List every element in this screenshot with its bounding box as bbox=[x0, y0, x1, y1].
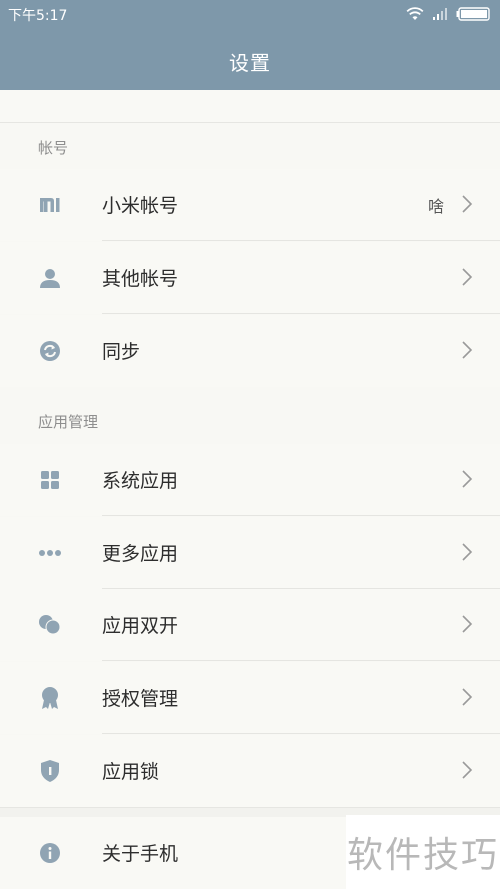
badge-icon bbox=[38, 686, 62, 710]
header-spacer bbox=[0, 90, 500, 123]
divider bbox=[102, 660, 500, 661]
settings-item-label: 应用锁 bbox=[102, 761, 160, 783]
settings-item-dual-apps[interactable]: 应用双开 bbox=[0, 589, 500, 661]
person-icon bbox=[38, 266, 62, 290]
chevron-right-icon bbox=[462, 470, 473, 488]
account-name-value: 啥 bbox=[427, 197, 444, 216]
dual-app-icon bbox=[38, 613, 62, 637]
signal-icon bbox=[433, 8, 447, 20]
settings-item-more-apps[interactable]: 更多应用 bbox=[0, 517, 500, 589]
settings-item-system-apps[interactable]: 系统应用 bbox=[0, 444, 500, 516]
settings-item-label: 授权管理 bbox=[102, 688, 179, 710]
settings-item-app-lock[interactable]: 应用锁 bbox=[0, 735, 500, 807]
chevron-right-icon bbox=[462, 761, 473, 779]
settings-item-other-accounts[interactable]: 其他帐号 bbox=[0, 242, 500, 314]
settings-item-label: 系统应用 bbox=[102, 470, 179, 492]
sync-icon bbox=[38, 339, 62, 363]
section-title-apps: 应用管理 bbox=[38, 413, 99, 431]
info-icon bbox=[38, 841, 62, 865]
settings-item-label: 小米帐号 bbox=[102, 195, 179, 217]
mi-logo-icon bbox=[38, 193, 62, 217]
watermark: 软件技巧 bbox=[346, 815, 500, 889]
settings-item-label: 其他帐号 bbox=[102, 268, 179, 290]
settings-item-label: 同步 bbox=[102, 341, 141, 363]
wifi-icon bbox=[406, 7, 424, 20]
battery-icon bbox=[456, 7, 490, 21]
chevron-right-icon bbox=[462, 615, 473, 633]
chevron-right-icon bbox=[462, 341, 473, 359]
chevron-right-icon bbox=[462, 688, 473, 706]
settings-item-mi-account[interactable]: 小米帐号 啥 bbox=[0, 169, 500, 241]
shield-lock-icon bbox=[38, 759, 62, 783]
settings-item-label: 关于手机 bbox=[102, 843, 179, 865]
settings-item-label: 更多应用 bbox=[102, 543, 179, 565]
settings-item-permissions[interactable]: 授权管理 bbox=[0, 662, 500, 734]
settings-item-sync[interactable]: 同步 bbox=[0, 315, 500, 387]
divider bbox=[102, 313, 500, 314]
section-title-account: 帐号 bbox=[38, 139, 69, 157]
divider bbox=[102, 240, 500, 241]
page-title: 设置 bbox=[229, 51, 271, 75]
status-icons bbox=[406, 5, 490, 23]
divider bbox=[102, 733, 500, 734]
chevron-right-icon bbox=[462, 268, 473, 286]
grid-icon bbox=[38, 468, 62, 492]
chevron-right-icon bbox=[462, 195, 473, 213]
divider bbox=[102, 515, 500, 516]
settings-item-label: 应用双开 bbox=[102, 615, 179, 637]
status-time: 下午5:17 bbox=[8, 8, 68, 24]
more-dots-icon bbox=[38, 541, 62, 565]
chevron-right-icon bbox=[462, 543, 473, 561]
app-header: 下午5:17 设置 bbox=[0, 0, 500, 90]
